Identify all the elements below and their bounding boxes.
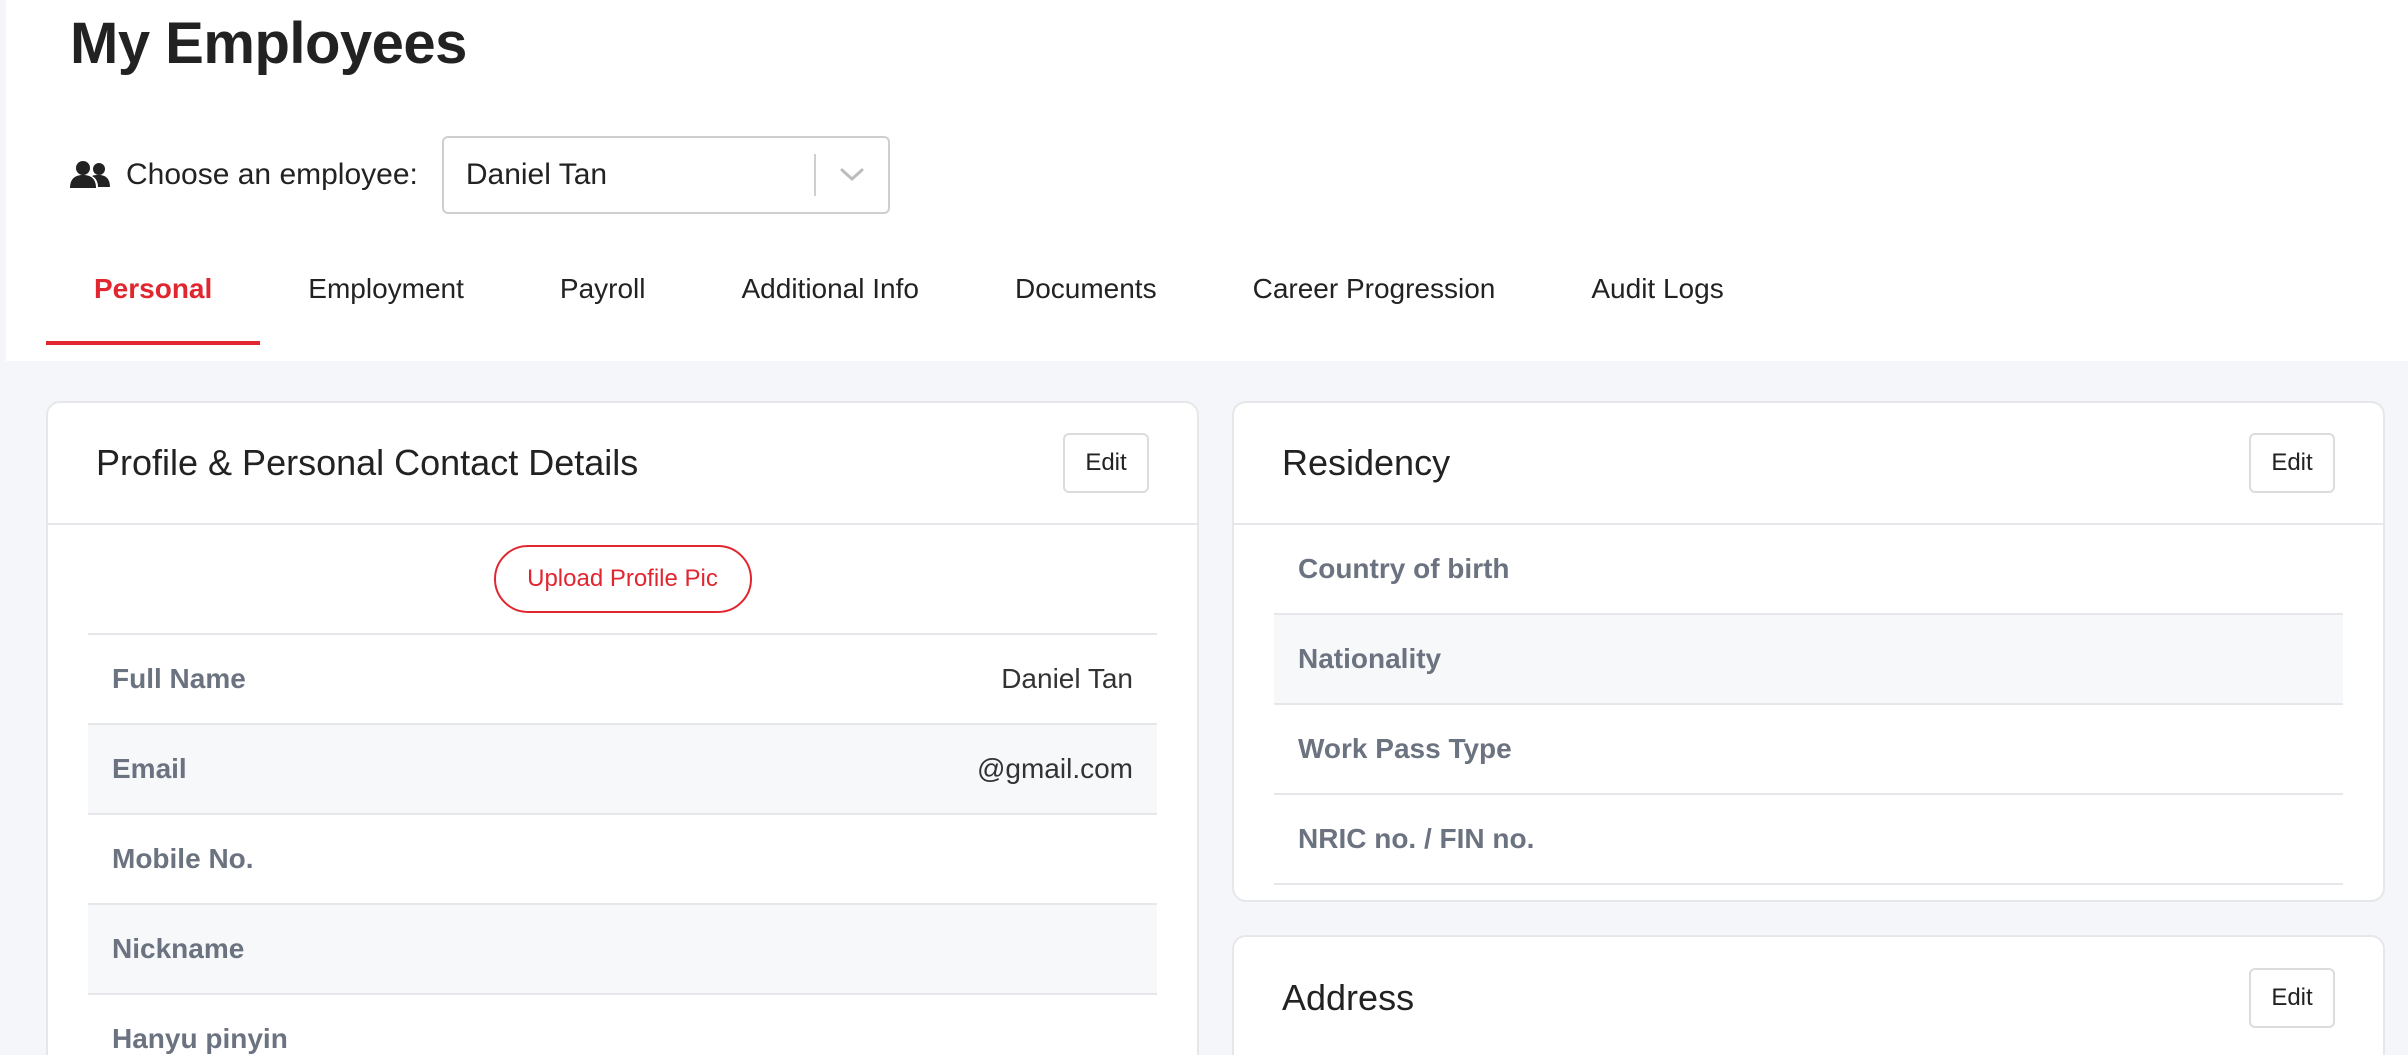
row-label: Nationality bbox=[1298, 643, 1442, 674]
page-title: My Employees bbox=[70, 11, 467, 76]
detail-row-nationality: Nationality bbox=[1274, 615, 2343, 705]
row-label: Work Pass Type bbox=[1298, 733, 1512, 764]
address-edit-button[interactable]: Edit bbox=[2249, 968, 2335, 1028]
profile-card-body: Upload Profile Pic Full Name Daniel Tan … bbox=[48, 525, 1197, 1055]
profile-card-header: Profile & Personal Contact Details Edit bbox=[48, 403, 1197, 525]
address-card: Address Edit bbox=[1232, 935, 2385, 1055]
detail-row-nickname: Nickname bbox=[88, 905, 1157, 995]
address-card-title: Address bbox=[1282, 977, 1415, 1018]
address-card-header: Address Edit bbox=[1234, 937, 2383, 1055]
row-label: Hanyu pinyin bbox=[112, 1023, 288, 1054]
tab-documents[interactable]: Documents bbox=[967, 255, 1205, 345]
tab-bar: Personal Employment Payroll Additional I… bbox=[46, 255, 1772, 345]
detail-row-nric-fin: NRIC no. / FIN no. bbox=[1274, 795, 2343, 885]
row-label: NRIC no. / FIN no. bbox=[1298, 823, 1535, 854]
row-value: Daniel Tan bbox=[1001, 663, 1133, 694]
detail-row-country-of-birth: Country of birth bbox=[1274, 525, 2343, 615]
row-label: Email bbox=[112, 753, 187, 784]
profile-card: Profile & Personal Contact Details Edit … bbox=[46, 401, 1199, 1055]
people-icon bbox=[70, 160, 110, 190]
chooser-label: Choose an employee: bbox=[126, 158, 418, 191]
detail-row-work-pass-type: Work Pass Type bbox=[1274, 705, 2343, 795]
residency-card: Residency Edit Country of birth National… bbox=[1232, 401, 2385, 902]
tab-audit-logs[interactable]: Audit Logs bbox=[1543, 255, 1771, 345]
chevron-down-icon[interactable] bbox=[816, 167, 888, 183]
page-header: My Employees Choose an employee: Daniel … bbox=[6, 0, 2408, 361]
employee-select[interactable]: Daniel Tan bbox=[441, 136, 890, 214]
detail-row-full-name: Full Name Daniel Tan bbox=[88, 635, 1157, 725]
upload-row: Upload Profile Pic bbox=[88, 525, 1157, 635]
detail-row-email: Email @gmail.com bbox=[88, 725, 1157, 815]
residency-card-header: Residency Edit bbox=[1234, 403, 2383, 525]
employee-select-value: Daniel Tan bbox=[465, 158, 608, 191]
row-label: Country of birth bbox=[1298, 553, 1510, 584]
tab-employment[interactable]: Employment bbox=[260, 255, 512, 345]
upload-profile-pic-button[interactable]: Upload Profile Pic bbox=[493, 545, 752, 613]
residency-card-body: Country of birth Nationality Work Pass T… bbox=[1234, 525, 2383, 885]
profile-edit-button[interactable]: Edit bbox=[1063, 433, 1149, 493]
residency-edit-button[interactable]: Edit bbox=[2249, 433, 2335, 493]
detail-row-hanyu-pinyin: Hanyu pinyin bbox=[88, 995, 1157, 1055]
tab-additional-info[interactable]: Additional Info bbox=[694, 255, 967, 345]
tab-personal[interactable]: Personal bbox=[46, 255, 261, 345]
tab-payroll[interactable]: Payroll bbox=[512, 255, 694, 345]
employee-chooser: Choose an employee: Daniel Tan bbox=[70, 135, 890, 215]
row-label: Full Name bbox=[112, 663, 246, 694]
row-value: @gmail.com bbox=[976, 753, 1133, 784]
detail-row-mobile: Mobile No. bbox=[88, 815, 1157, 905]
profile-card-title: Profile & Personal Contact Details bbox=[96, 442, 639, 483]
row-label: Mobile No. bbox=[112, 843, 254, 874]
tab-career-progression[interactable]: Career Progression bbox=[1205, 255, 1544, 345]
row-label: Nickname bbox=[112, 933, 245, 964]
residency-card-title: Residency bbox=[1282, 442, 1451, 483]
